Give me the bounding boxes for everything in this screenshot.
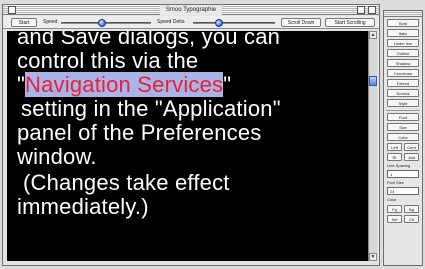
color-label: Color <box>387 197 397 202</box>
style-button[interactable]: Extend <box>387 79 419 87</box>
scroll-thumb[interactable] <box>369 76 377 86</box>
scroll-down-icon[interactable]: ▼ <box>369 253 377 261</box>
speed-label: Speed <box>43 19 58 25</box>
clear-button[interactable]: Clr <box>404 215 419 223</box>
style-button[interactable]: Outline <box>387 49 419 57</box>
style-button[interactable]: Condense <box>387 69 419 77</box>
align-center-button[interactable]: Cent <box>404 143 419 151</box>
style-buttons: Bold Italic Under line Outline Shadow Condens… <box>384 19 422 107</box>
text-line: immediately.) <box>17 194 149 219</box>
zoom-box-icon[interactable] <box>357 6 365 14</box>
font-size-field[interactable]: 24 <box>387 187 419 195</box>
text-line: (Changes take effect <box>23 170 230 195</box>
text-area[interactable]: and Save dialogs, you can control this v… <box>7 31 369 261</box>
font-button[interactable]: Color <box>387 133 419 141</box>
text-line: setting in the "Application" <box>21 96 281 121</box>
quote-close: " <box>223 72 232 97</box>
text-line: and Save dialogs, you can <box>17 31 281 49</box>
speed-delta-label: Speed Delta <box>157 19 185 25</box>
style-button[interactable]: Under line <box>387 39 419 47</box>
speed-slider-thumb[interactable] <box>98 19 106 27</box>
line-spacing-label: Line Spacing <box>387 163 411 168</box>
align-row-2: Rt Just <box>387 153 419 161</box>
text-line: window. <box>17 144 97 169</box>
set-button[interactable]: Set <box>387 215 402 223</box>
text-line: control this via the <box>17 48 199 73</box>
scroll-up-icon[interactable]: ▲ <box>369 31 377 39</box>
speed-delta-slider[interactable] <box>193 19 275 27</box>
align-row-1: Left Cent <box>387 143 419 151</box>
style-button[interactable]: Style <box>387 99 419 107</box>
control-palette: Bold Italic Under line Outline Shadow Condens… <box>383 10 423 266</box>
font-button[interactable]: Size <box>387 123 419 131</box>
palette-titlebar[interactable] <box>384 11 422 17</box>
line-spacing-field[interactable]: 1 <box>387 170 419 178</box>
toolbar: Start Speed Speed Delta Scroll Down Star… <box>3 16 379 29</box>
close-box-icon[interactable] <box>8 6 16 14</box>
speed-slider[interactable] <box>61 19 151 27</box>
window-title: Smoo Typographie <box>159 5 223 15</box>
align-justify-button[interactable]: Just <box>404 153 419 161</box>
text-line: panel of the Preferences <box>17 120 262 145</box>
document-window: Smoo Typographie Start Speed Speed Delta… <box>2 4 380 266</box>
font-button[interactable]: Font <box>387 113 419 121</box>
highlighted-text[interactable]: Navigation Services <box>25 72 224 97</box>
foreground-color-button[interactable]: Fg <box>387 205 402 213</box>
start-button[interactable]: Start <box>11 18 37 27</box>
set-row: Set Clr <box>387 215 419 223</box>
quote-open: " <box>17 72 26 97</box>
style-button[interactable]: Shadow <box>387 59 419 67</box>
window-titlebar[interactable]: Smoo Typographie <box>3 5 379 15</box>
align-left-button[interactable]: Left <box>387 143 402 151</box>
font-size-label: Font Size <box>387 180 404 185</box>
divider <box>386 110 420 111</box>
color-row: Fg Bg <box>387 205 419 213</box>
speed-delta-slider-thumb[interactable] <box>215 19 223 27</box>
vertical-scrollbar[interactable]: ▲ ▼ <box>368 31 377 261</box>
start-scrolling-button[interactable]: Start Scrolling <box>325 18 375 27</box>
font-buttons: Font Size Color <box>384 113 422 141</box>
scroll-down-button[interactable]: Scroll Down <box>281 18 321 27</box>
style-button[interactable]: Normal <box>387 89 419 97</box>
style-button[interactable]: Bold <box>387 19 419 27</box>
align-right-button[interactable]: Rt <box>387 153 402 161</box>
text-line-link: "Navigation Services" <box>17 72 232 97</box>
collapse-box-icon[interactable] <box>368 6 376 14</box>
style-button[interactable]: Italic <box>387 29 419 37</box>
background-color-button[interactable]: Bg <box>404 205 419 213</box>
